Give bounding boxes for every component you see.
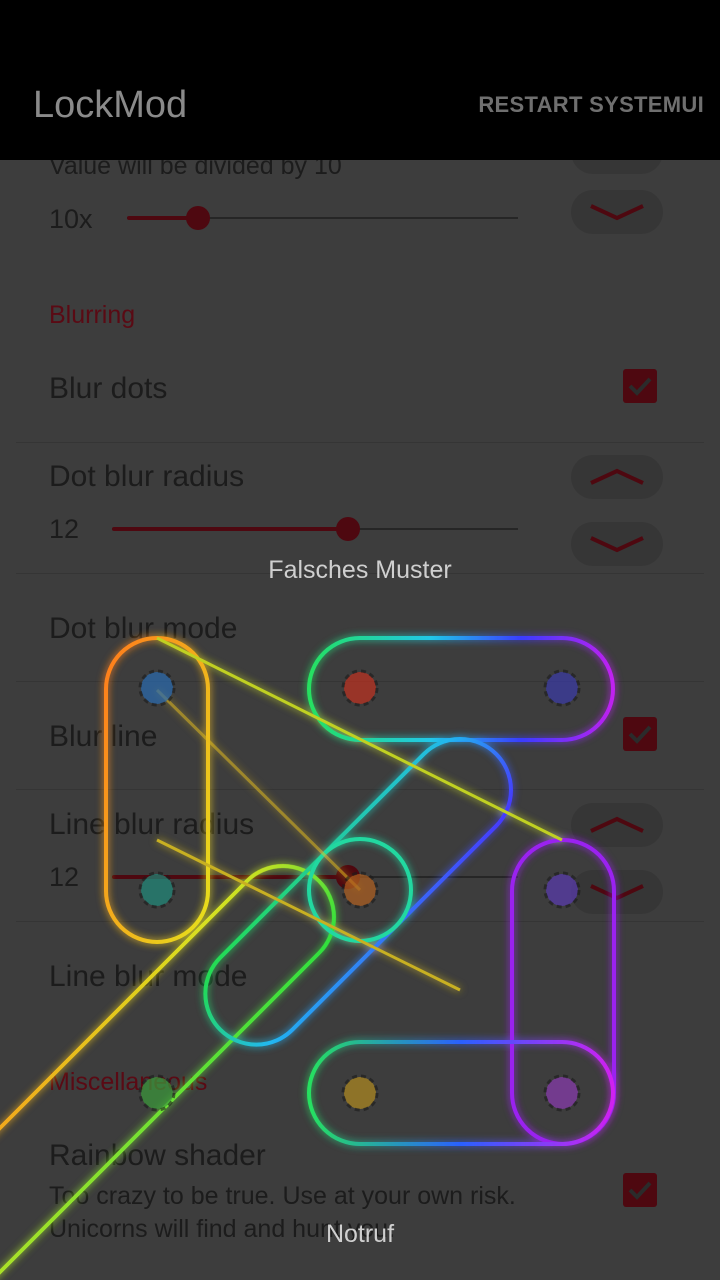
unlock-pattern[interactable] [0, 0, 720, 1280]
emergency-call-button[interactable]: Notruf [0, 1220, 720, 1249]
pattern-status-message: Falsches Muster [268, 556, 452, 584]
